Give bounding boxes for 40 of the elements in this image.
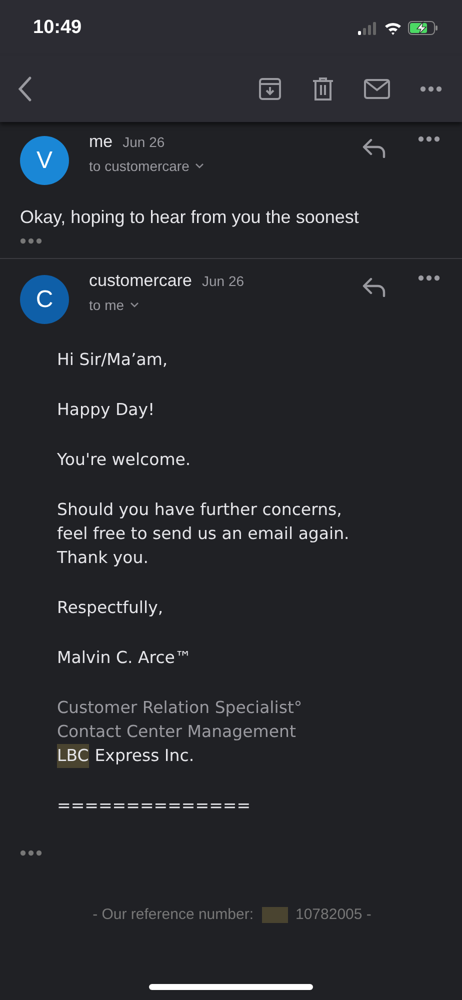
redaction-mark <box>262 906 288 922</box>
more-icon <box>418 136 440 142</box>
back-icon <box>18 76 32 102</box>
message-body: Okay, hoping to hear from you the soonest <box>20 207 360 228</box>
message-paragraph: Malvin C. Arce™ <box>57 647 192 669</box>
message-paragraph: Should you have further concerns, feel free to send us an email again. Thank you. <box>57 499 350 569</box>
reference-number: 10782005 - <box>296 906 372 923</box>
chevron-down-icon <box>195 163 204 169</box>
signal-icon <box>358 21 378 35</box>
message-paragraph: Happy Day! <box>57 399 156 421</box>
company-name: Express Inc. <box>94 745 194 767</box>
reply-icon <box>362 277 386 297</box>
sender-name: customercare <box>89 271 192 291</box>
recipient-dropdown[interactable]: to me <box>89 297 140 313</box>
more-icon <box>20 238 42 244</box>
sender-avatar: V <box>20 136 69 185</box>
more-icon <box>418 275 440 281</box>
signature-line: Contact Center Management <box>57 721 297 743</box>
message-date: Jun 26 <box>202 273 244 289</box>
message-date: Jun 26 <box>122 134 165 150</box>
signature-line: Customer Relation Specialist° <box>57 697 304 719</box>
sender-name: me <box>89 132 113 152</box>
more-icon <box>20 850 42 856</box>
company-name: LBC <box>57 744 89 768</box>
battery-charging-icon <box>408 21 438 35</box>
message-paragraph: Respectfully, <box>57 597 164 619</box>
reply-icon <box>362 138 386 158</box>
message-paragraph: ============== <box>57 795 252 817</box>
wifi-icon <box>384 21 402 35</box>
more-icon <box>420 86 442 92</box>
message-paragraph: You're welcome. <box>57 449 192 471</box>
archive-icon <box>258 77 282 101</box>
status-time: 10:49 <box>33 17 82 39</box>
message-paragraph: Hi Sir/Ma’am, <box>57 349 169 371</box>
reference-label: - Our reference number: <box>92 906 254 923</box>
envelope-icon <box>364 79 390 99</box>
recipient-dropdown[interactable]: to customercare <box>89 158 204 174</box>
chevron-down-icon <box>130 302 140 308</box>
sender-avatar: C <box>20 275 69 324</box>
trash-icon <box>312 77 334 101</box>
